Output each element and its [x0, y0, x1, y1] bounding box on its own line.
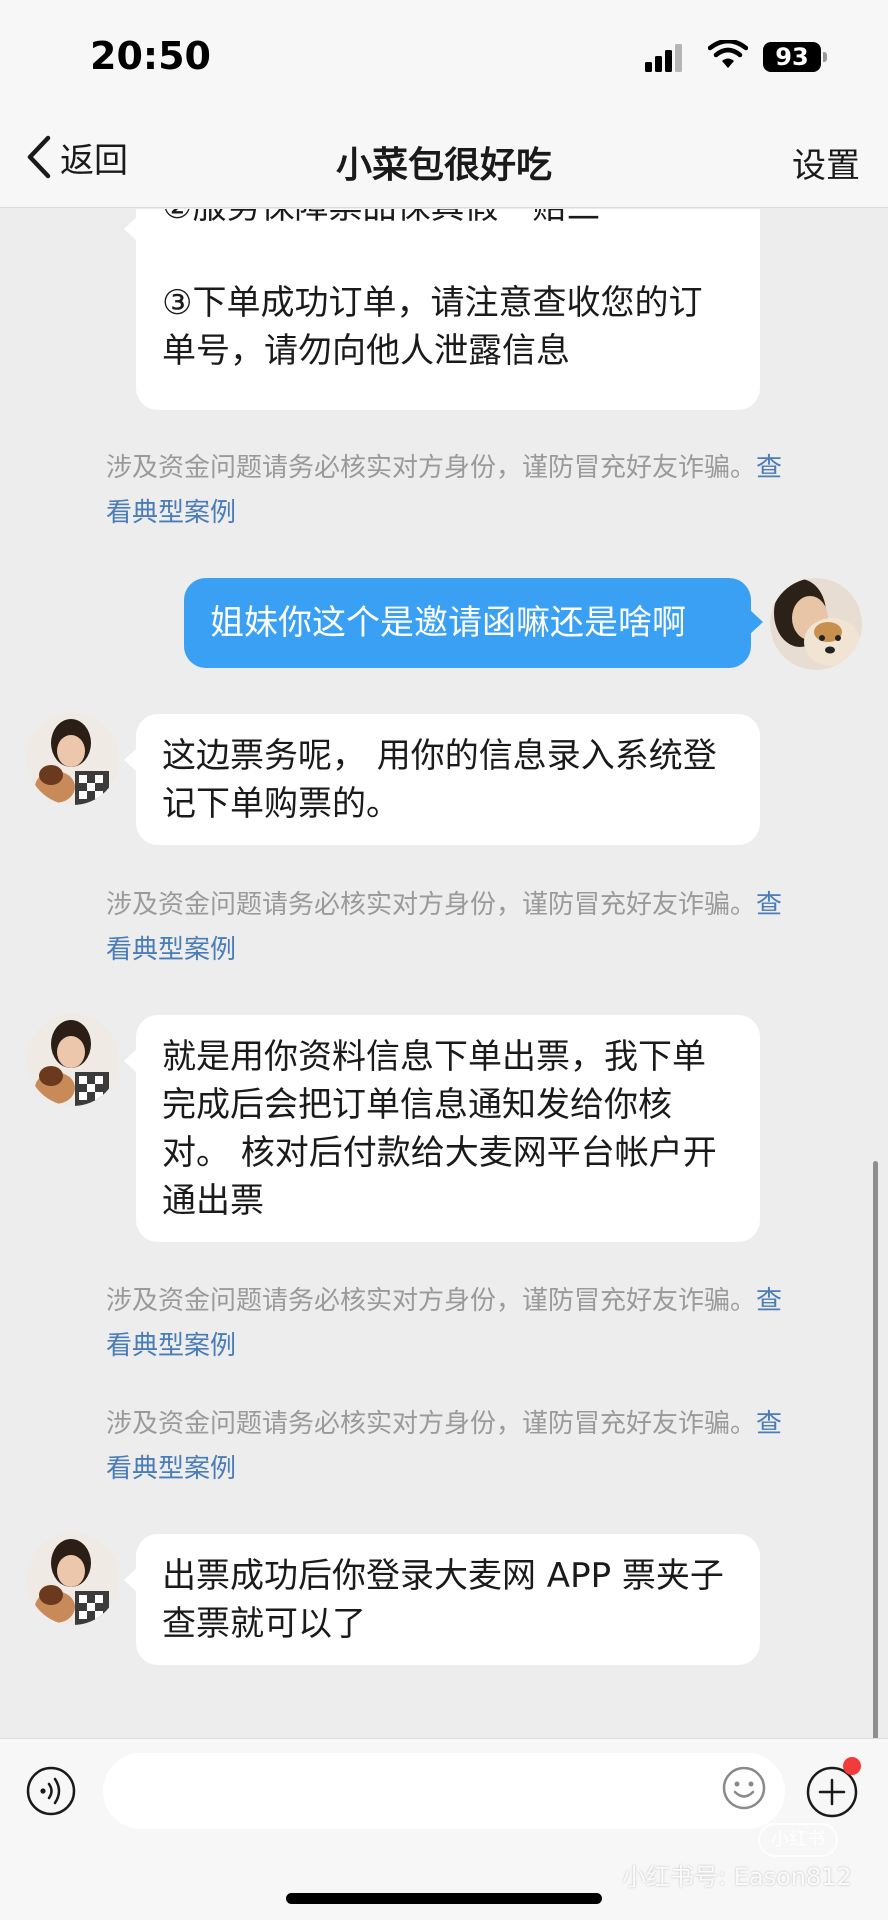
avatar-image [27, 1533, 119, 1625]
emoji-icon[interactable] [721, 1765, 767, 1811]
message-text: ②服务保障票品保真假一赔三 [162, 209, 734, 231]
status-time: 20:50 [90, 34, 211, 78]
message-bubble-incoming[interactable]: 这边票务呢， 用你的信息录入系统登记下单购票的。 [124, 714, 760, 845]
message-bubble-incoming[interactable]: 就是用你资料信息下单出票，我下单完成后会把订单信息通知发给你核对。 核对后付款给… [124, 1015, 760, 1242]
watermark-logo: 小红书 [758, 1823, 838, 1857]
battery-indicator: 93 [763, 42, 821, 72]
scrollbar[interactable] [873, 1161, 878, 1738]
warning-text: 涉及资金问题请务必核实对方身份，谨防冒充好友诈骗。 [106, 453, 757, 483]
avatar-contact[interactable] [27, 713, 119, 805]
message-bubble-incoming[interactable]: 出票成功后你登录大麦网 APP 票夹子查票就可以了 [124, 1534, 760, 1665]
settings-button[interactable]: 设置 [792, 138, 860, 187]
input-bar: 小红书 小红书号: Eason812 [0, 1738, 888, 1920]
avatar-image [27, 1014, 119, 1106]
fraud-warning: 涉及资金问题请务必核实对方身份，谨防冒充好友诈骗。查看典型案例 [106, 1402, 786, 1492]
battery-tip [823, 52, 827, 62]
status-bar: 20:50 93 [0, 0, 888, 110]
warning-text: 涉及资金问题请务必核实对方身份，谨防冒充好友诈骗。 [106, 890, 757, 920]
chat-title: 小菜包很好吃 [335, 145, 552, 186]
fraud-warning: 涉及资金问题请务必核实对方身份，谨防冒充好友诈骗。查看典型案例 [106, 446, 786, 536]
message-text: 出票成功后你登录大麦网 APP 票夹子查票就可以了 [162, 1556, 724, 1644]
voice-icon[interactable] [25, 1765, 77, 1817]
message-text: 姐妹你这个是邀请函嘛还是啥啊 [210, 603, 686, 643]
message-text: 这边票务呢， 用你的信息录入系统登记下单购票的。 [162, 736, 717, 824]
message-input[interactable] [103, 1753, 785, 1829]
chat-area[interactable]: ②服务保障票品保真假一赔三 ③下单成功订单，请注意查收您的订单号，请勿向他人泄露… [0, 209, 888, 1738]
home-indicator[interactable] [286, 1893, 602, 1904]
watermark-text: 小红书号: Eason812 [622, 1863, 852, 1891]
message-text: ③下单成功订单，请注意查收您的订单号，请勿向他人泄露信息 [162, 283, 703, 371]
message-bubble-incoming[interactable]: ②服务保障票品保真假一赔三 ③下单成功订单，请注意查收您的订单号，请勿向他人泄露… [124, 209, 760, 410]
avatar-image [770, 578, 862, 670]
wifi-icon [708, 40, 748, 68]
notification-dot [843, 1757, 861, 1775]
signal-icon [645, 44, 682, 72]
chat-header: 返回 小菜包很好吃 设置 [0, 110, 888, 208]
avatar-image [27, 713, 119, 805]
avatar-contact[interactable] [27, 1533, 119, 1625]
message-bubble-outgoing[interactable]: 姐妹你这个是邀请函嘛还是啥啊 [184, 578, 763, 668]
warning-text: 涉及资金问题请务必核实对方身份，谨防冒充好友诈骗。 [106, 1286, 757, 1316]
message-text: 就是用你资料信息下单出票，我下单完成后会把订单信息通知发给你核对。 核对后付款给… [162, 1037, 717, 1221]
fraud-warning: 涉及资金问题请务必核实对方身份，谨防冒充好友诈骗。查看典型案例 [106, 1279, 786, 1369]
fraud-warning: 涉及资金问题请务必核实对方身份，谨防冒充好友诈骗。查看典型案例 [106, 883, 786, 973]
warning-text: 涉及资金问题请务必核实对方身份，谨防冒充好友诈骗。 [106, 1409, 757, 1439]
avatar-self[interactable] [770, 578, 862, 670]
avatar-contact[interactable] [27, 1014, 119, 1106]
